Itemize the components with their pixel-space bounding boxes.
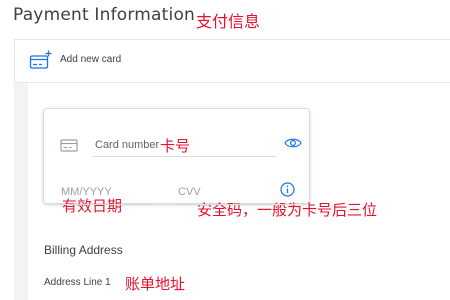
cvv-underline — [176, 204, 294, 205]
billing-address-heading: Billing Address — [44, 243, 123, 257]
card-number-annotation: 卡号 — [160, 137, 191, 155]
card-number-field[interactable]: Card number — [95, 139, 159, 151]
credit-card-icon — [60, 139, 78, 152]
expiry-date-underline — [59, 204, 157, 205]
address-line-1-annotation: 账单地址 — [125, 275, 186, 293]
eye-icon[interactable] — [284, 136, 302, 150]
title-annotation: 支付信息 — [196, 12, 261, 31]
cvv-annotation: 安全码，一般为卡号后三位 — [197, 201, 378, 219]
add-new-card-label: Add new card — [60, 54, 122, 65]
expiry-date-annotation: 有效日期 — [62, 197, 123, 215]
page-title: Payment Information — [13, 5, 196, 25]
add-new-card-button[interactable]: Add new card — [14, 39, 450, 83]
card-number-underline — [93, 156, 277, 157]
cvv-field[interactable]: CVV — [178, 186, 201, 198]
info-icon[interactable] — [280, 182, 295, 197]
credit-card-add-icon — [29, 50, 52, 69]
address-line-1-field[interactable]: Address Line 1 — [44, 277, 111, 288]
